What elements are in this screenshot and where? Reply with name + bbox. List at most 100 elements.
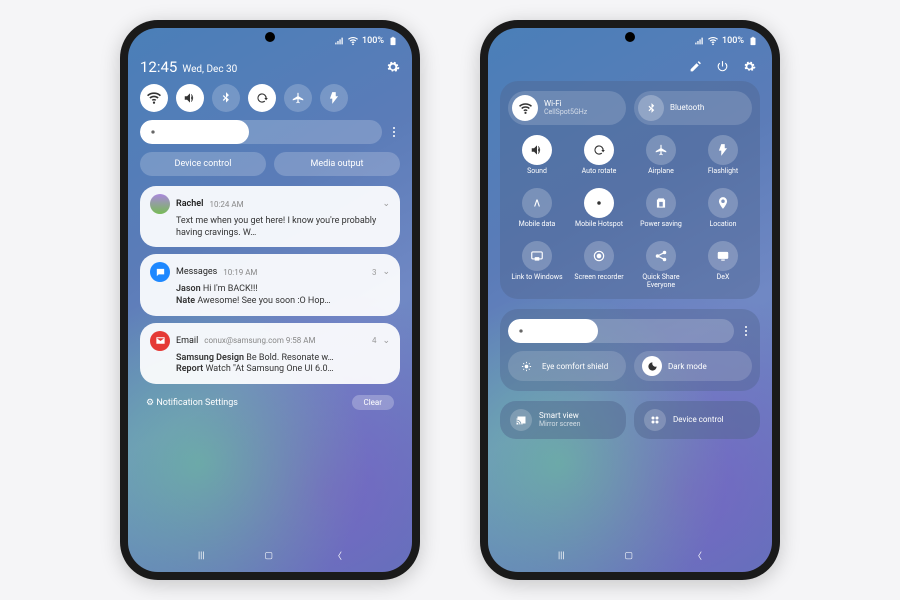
qs-tile-dex[interactable]: DeX [694,241,752,289]
rotate-icon [255,91,269,105]
wifi-toggle[interactable] [140,84,168,112]
settings-icon[interactable] [743,60,756,73]
record-icon [592,249,606,263]
notification-rachel[interactable]: Rachel 10:24 AM ⌄ Text me when you get h… [140,186,400,247]
sound-toggle[interactable] [176,84,204,112]
left-phone: 100% 12:45 Wed, Dec 30 [120,20,420,580]
rotate-toggle[interactable] [248,84,276,112]
signal-icon [334,36,344,46]
back-button[interactable]: 〈 [333,549,342,562]
dark-mode-toggle[interactable]: Dark mode [634,351,752,381]
eye-comfort-toggle[interactable]: Eye comfort shield [508,351,626,381]
brightness-more-icon[interactable] [740,326,752,336]
wifi-icon [147,91,161,105]
chevron-down-icon[interactable]: ⌄ [382,199,390,209]
data-icon [530,196,544,210]
qs-tile-location[interactable]: Location [694,188,752,235]
email-app-icon [150,331,170,351]
device-control-button[interactable]: Device control [140,152,266,176]
airplane-icon [291,91,305,105]
qs-tile-flashlight[interactable]: Flashlight [694,135,752,182]
notif-meta: conux@samsung.com 9:58 AM [204,336,315,345]
notification-messages[interactable]: Messages 10:19 AM 3 ⌄ Jason Hi I'm BACK!… [140,254,400,315]
qs-tile-power-saving[interactable]: Power saving [632,188,690,235]
sun-icon [148,127,158,137]
qs-tile-airplane[interactable]: Airplane [632,135,690,182]
chevron-down-icon[interactable]: ⌄ [382,267,390,277]
qs-tile-auto-rotate[interactable]: Auto rotate [570,135,628,182]
notif-app: Messages [176,267,217,277]
qs-tile-screen-recorder[interactable]: Screen recorder [570,241,628,289]
right-phone: 100% Wi-Fi CellSpot5GHz [480,20,780,580]
flashlight-icon [327,91,341,105]
edit-icon[interactable] [689,60,702,73]
panel-top-icons [500,58,760,81]
notif-app: Email [176,336,198,346]
battery-percent: 100% [722,36,744,46]
settings-icon[interactable] [386,60,400,74]
hotspot-icon [592,196,606,210]
bluetooth-icon [219,91,233,105]
wifi-status-icon [348,36,358,46]
qs-tile-mobile-data[interactable]: Mobile data [508,188,566,235]
battery-icon [748,36,758,46]
qs-tile-quick-share-everyone[interactable]: Quick Share Everyone [632,241,690,289]
plane-icon [654,143,668,157]
bluetooth-wide-toggle[interactable]: Bluetooth [634,91,752,125]
quick-settings-grid: SoundAuto rotateAirplaneFlashlight Mobile… [508,135,752,289]
clock-date: Wed, Dec 30 [182,64,237,75]
bluetooth-icon [645,102,658,115]
media-output-button[interactable]: Media output [274,152,400,176]
device-control-card[interactable]: Device control [634,401,760,439]
link-icon [530,249,544,263]
brightness-more-icon[interactable] [388,127,400,137]
qs-tile-link-to-windows[interactable]: Link to Windows [508,241,566,289]
dex-icon [716,249,730,263]
pin-icon [716,196,730,210]
wifi-icon [519,102,532,115]
qs-tile-mobile-hotspot[interactable]: Mobile Hotspot [570,188,628,235]
notification-email[interactable]: Email conux@samsung.com 9:58 AM 4 ⌄ Sams… [140,323,400,384]
wifi-wide-toggle[interactable]: Wi-Fi CellSpot5GHz [508,91,626,125]
flashlight-toggle[interactable] [320,84,348,112]
volume-icon [530,143,544,157]
flash-icon [716,143,730,157]
brightness-slider[interactable] [508,319,734,343]
messages-app-icon [150,262,170,282]
brightness-row [140,120,400,144]
clock-time: 12:45 [140,58,177,76]
recents-button[interactable]: ||| [558,549,565,562]
back-button[interactable]: 〈 [693,549,702,562]
notif-time: 10:24 AM [209,200,243,209]
quick-settings-row [140,84,400,112]
brightness-panel: Eye comfort shield Dark mode [500,309,760,391]
rotate-icon [592,143,606,157]
power-icon[interactable] [716,60,729,73]
camera-cutout [625,32,635,42]
chevron-down-icon[interactable]: ⌄ [382,336,390,346]
bluetooth-toggle[interactable] [212,84,240,112]
notif-count: 4 [372,336,377,345]
recents-button[interactable]: ||| [198,549,205,562]
navigation-bar: ||| ▢ 〈 [488,543,772,568]
signal-icon [694,36,704,46]
home-button[interactable]: ▢ [625,549,634,562]
notification-footer: ⚙ Notification Settings Clear [140,391,400,414]
brightness-slider[interactable] [140,120,382,144]
wifi-status-icon [708,36,718,46]
notification-settings-link[interactable]: ⚙ Notification Settings [146,398,238,408]
notif-sender: Rachel [176,199,203,209]
clear-button[interactable]: Clear [352,395,394,410]
battery-percent: 100% [362,36,384,46]
airplane-toggle[interactable] [284,84,312,112]
grid-icon [649,414,661,426]
qs-tile-sound[interactable]: Sound [508,135,566,182]
quick-settings-screen: 100% Wi-Fi CellSpot5GHz [488,28,772,572]
smart-view-card[interactable]: Smart view Mirror screen [500,401,626,439]
notif-time: 10:19 AM [223,268,257,277]
share-icon [654,249,668,263]
notif-body: Text me when you get here! I know you're… [150,216,390,239]
notification-panel-screen: 100% 12:45 Wed, Dec 30 [128,28,412,572]
cast-icon [515,414,527,426]
home-button[interactable]: ▢ [265,549,274,562]
